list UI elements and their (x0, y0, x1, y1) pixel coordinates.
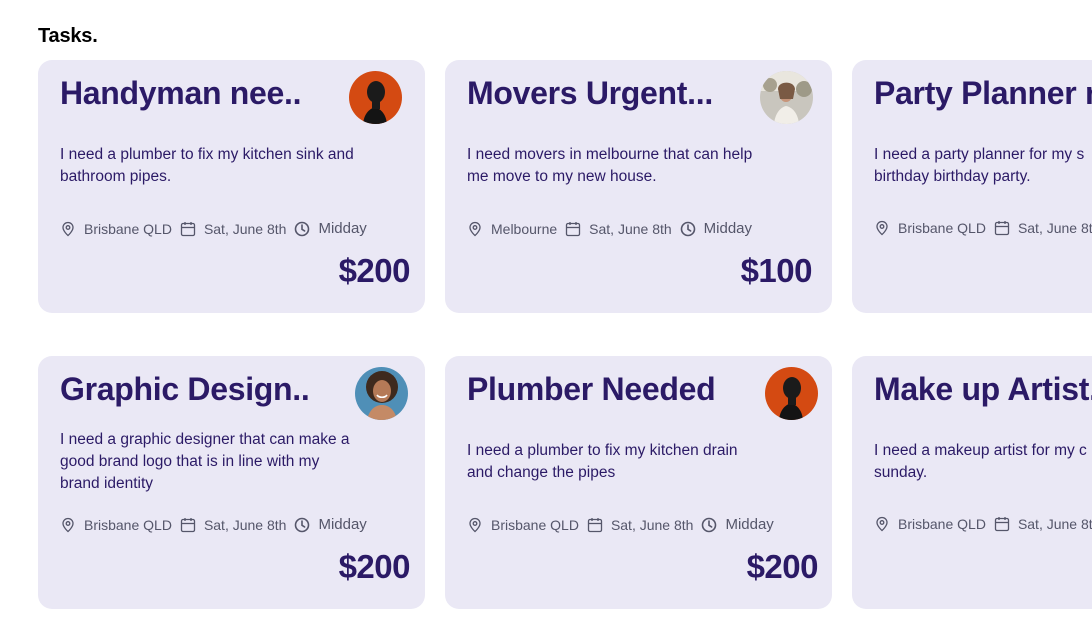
calendar-icon (180, 221, 196, 237)
task-date: Sat, June 8t (1017, 516, 1092, 532)
task-description: I need a plumber to fix my kitchen drain… (467, 442, 738, 481)
task-title: Make up Artist. (874, 371, 1092, 407)
task-meta: Brisbane QLD Sat, June 8th Midday (60, 516, 375, 533)
task-description: I need a party planner for my s birthday… (874, 146, 1085, 185)
task-card[interactable]: Movers Urgent... I need movers in melbou… (445, 60, 832, 313)
calendar-icon (587, 517, 603, 533)
task-title: Party Planner n (874, 75, 1092, 111)
portrait-avatar-icon (765, 367, 818, 420)
task-meta: Brisbane QLD Sat, June 8th Midday (60, 220, 375, 237)
task-date: Sat, June 8th (610, 516, 694, 533)
task-card[interactable]: Plumber Needed I need a plumber to fix m… (445, 356, 832, 609)
task-time: Midday (725, 516, 774, 533)
task-price: $200 (338, 548, 411, 585)
task-date: Sat, June 8t (1017, 220, 1092, 236)
task-card[interactable]: Party Planner n I need a party planner f… (852, 60, 1092, 313)
location-pin-icon (60, 517, 76, 533)
calendar-icon (180, 517, 196, 533)
avatar (355, 367, 408, 420)
task-description: I need a graphic designer that can make … (60, 431, 350, 492)
location-pin-icon (467, 221, 483, 237)
task-card[interactable]: Make up Artist. I need a makeup artist f… (852, 356, 1092, 609)
task-location: Brisbane QLD (491, 516, 579, 533)
location-pin-icon (467, 517, 483, 533)
task-description: I need movers in melbourne that can help… (467, 146, 753, 185)
task-price: $100 (740, 252, 813, 289)
task-meta: Brisbane QLD Sat, June 8th Midday (467, 516, 782, 533)
clock-icon (680, 221, 696, 237)
location-pin-icon (60, 221, 76, 237)
calendar-icon (994, 220, 1010, 236)
task-card[interactable]: Handyman nee.. I need a plumber to fix m… (38, 60, 425, 313)
avatar (760, 71, 813, 124)
calendar-icon (565, 221, 581, 237)
task-card[interactable]: Graphic Design.. I need a graphic design… (38, 356, 425, 609)
task-title: Handyman nee.. (60, 75, 302, 111)
portrait-avatar-icon (349, 71, 402, 124)
clock-icon (294, 517, 310, 533)
portrait-avatar-icon (760, 71, 813, 124)
avatar (349, 71, 402, 124)
portrait-avatar-icon (355, 367, 408, 420)
task-time: Midday (318, 516, 367, 533)
task-meta: Brisbane QLD Sat, June 8t (874, 516, 1092, 532)
task-time: Midday (318, 220, 367, 237)
clock-icon (701, 517, 717, 533)
page-title: Tasks. (38, 25, 98, 47)
task-date: Sat, June 8th (203, 220, 287, 237)
task-price: $200 (746, 548, 819, 585)
tasks-page: Tasks. Handyman nee.. I need a plumber t… (0, 0, 1092, 638)
task-price: $200 (338, 252, 411, 289)
calendar-icon (994, 516, 1010, 532)
task-location: Brisbane QLD (898, 220, 986, 236)
task-description: I need a plumber to fix my kitchen sink … (60, 146, 354, 185)
clock-icon (294, 221, 310, 237)
avatar (765, 367, 818, 420)
task-title: Plumber Needed (467, 371, 716, 407)
task-meta: Melbourne Sat, June 8th Midday (467, 220, 760, 237)
task-title: Movers Urgent... (467, 75, 713, 111)
task-description: I need a makeup artist for my c sunday. (874, 442, 1087, 481)
task-location: Melbourne (491, 220, 558, 237)
task-date: Sat, June 8th (203, 516, 287, 533)
location-pin-icon (874, 516, 890, 532)
task-time: Midday (703, 220, 753, 237)
task-meta: Brisbane QLD Sat, June 8t (874, 220, 1092, 236)
task-location: Brisbane QLD (84, 220, 172, 237)
task-location: Brisbane QLD (84, 516, 172, 533)
location-pin-icon (874, 220, 890, 236)
task-date: Sat, June 8th (589, 220, 672, 237)
task-title: Graphic Design.. (60, 371, 310, 407)
task-location: Brisbane QLD (898, 516, 986, 532)
